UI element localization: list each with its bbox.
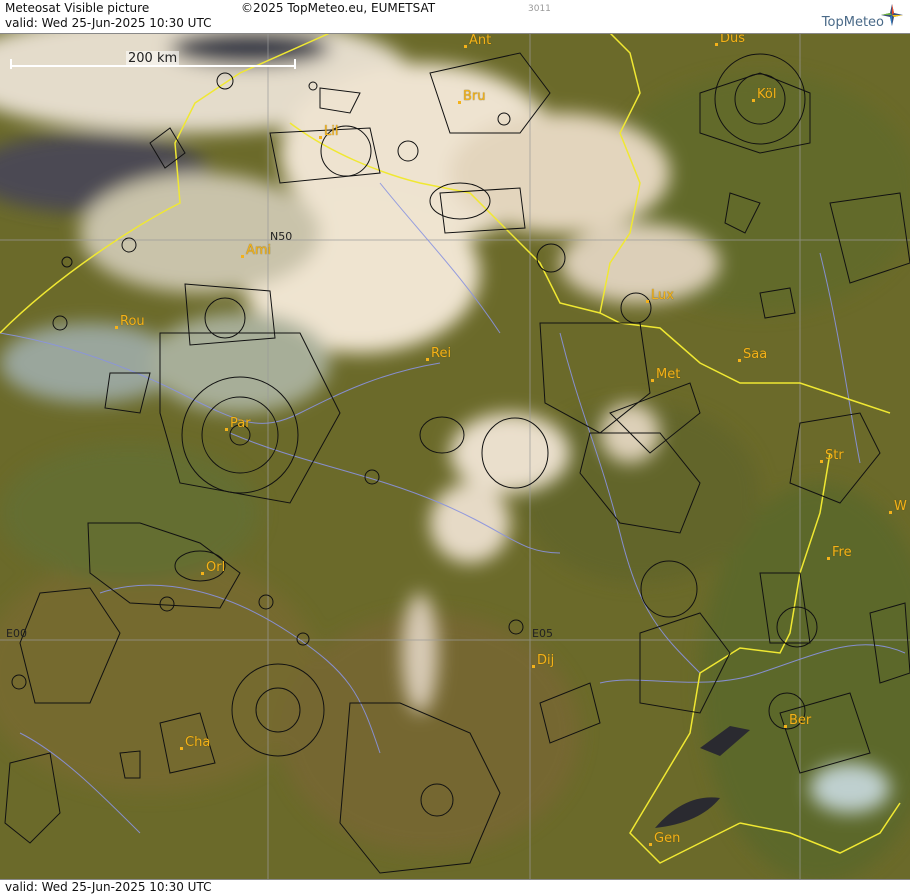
satellite-map[interactable]: 200 km N50 E00 E05 Ant Düs Bru Köl Lil A… [0, 33, 910, 879]
valid-time: valid: Wed 25-Jun-2025 10:30 UTC [5, 16, 212, 30]
city-label: Gen [654, 831, 681, 846]
city-dij[interactable]: Dij [532, 653, 555, 668]
city-label: Düs [720, 33, 746, 46]
city-lil[interactable]: Lil [319, 124, 339, 139]
city-label: Fre [832, 545, 852, 560]
footer-valid-time: valid: Wed 25-Jun-2025 10:30 UTC [5, 880, 212, 894]
city-ber[interactable]: Ber [784, 713, 812, 728]
city-saa[interactable]: Saa [738, 347, 768, 362]
map-canvas [0, 33, 910, 879]
city-label: Ber [789, 713, 812, 728]
city-ami[interactable]: Ami [241, 243, 272, 258]
latitude-label-n50: N50 [270, 230, 293, 243]
city-label: Met [656, 367, 681, 382]
city-rou[interactable]: Rou [115, 314, 145, 329]
city-dus[interactable]: Düs [715, 33, 746, 46]
city-label: Lil [324, 124, 339, 139]
city-label: Saa [743, 347, 768, 362]
scale-label: 200 km [126, 51, 180, 66]
compass-star-icon [881, 4, 903, 26]
city-kol[interactable]: Köl [752, 87, 777, 102]
city-lux[interactable]: Lux [646, 288, 674, 303]
logo-text[interactable]: TopMeteo [822, 15, 884, 30]
city-label: Köl [757, 87, 777, 102]
city-label: Orl [206, 560, 226, 575]
city-fre[interactable]: Fre [827, 545, 852, 560]
city-w[interactable]: W [889, 499, 907, 514]
scale-bar: 200 km [10, 51, 296, 69]
city-label: Bru [463, 89, 486, 104]
city-label: Cha [185, 735, 211, 750]
image-title: Meteosat Visible picture [5, 1, 150, 15]
city-cha[interactable]: Cha [180, 735, 211, 750]
longitude-label-e05: E05 [532, 627, 553, 640]
city-label: Rei [431, 346, 452, 361]
city-label: Str [825, 448, 844, 463]
city-ant[interactable]: Ant [464, 33, 492, 48]
city-par[interactable]: Par [225, 416, 251, 431]
city-orl[interactable]: Orl [201, 560, 226, 575]
city-label: Par [230, 416, 251, 431]
city-label: Lux [651, 288, 674, 303]
city-str[interactable]: Str [820, 448, 844, 463]
city-label: Ami [246, 243, 272, 258]
city-label: Rou [120, 314, 145, 329]
footer-bar: valid: Wed 25-Jun-2025 10:30 UTC [0, 879, 910, 894]
header-bar: Meteosat Visible picture valid: Wed 25-J… [0, 0, 910, 34]
image-code: 3011 [528, 4, 551, 14]
city-rei[interactable]: Rei [426, 346, 452, 361]
city-label: Ant [469, 33, 492, 48]
city-gen[interactable]: Gen [649, 831, 681, 846]
longitude-label-e00: E00 [6, 627, 27, 640]
city-bru[interactable]: Bru [458, 89, 486, 104]
city-label: W [894, 499, 907, 514]
city-label: Dij [537, 653, 555, 668]
copyright: ©2025 TopMeteo.eu, EUMETSAT [241, 1, 436, 15]
city-met[interactable]: Met [651, 367, 681, 382]
